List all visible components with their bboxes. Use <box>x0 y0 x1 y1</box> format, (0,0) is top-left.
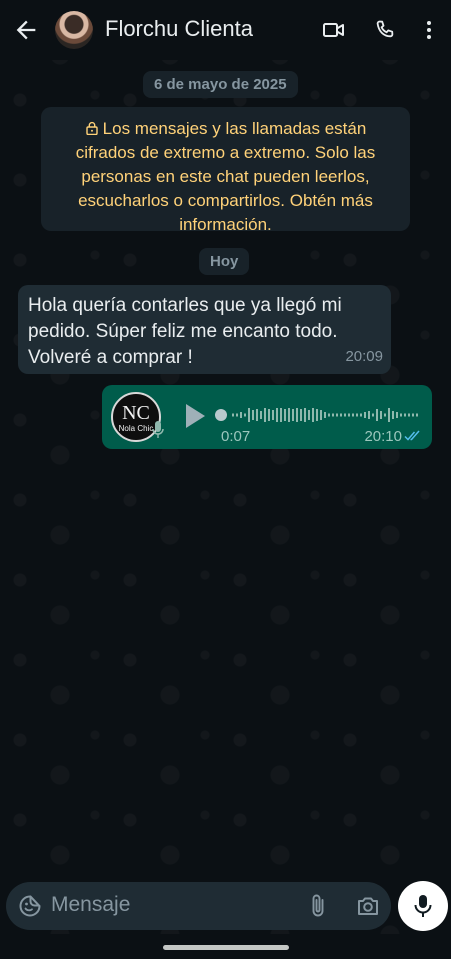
encryption-notice-text: Los mensajes y las llamadas están cifrad… <box>75 119 376 234</box>
home-gesture-bar[interactable] <box>163 945 289 950</box>
message-input-bar[interactable]: Mensaje <box>6 882 391 930</box>
message-input-placeholder[interactable]: Mensaje <box>51 893 130 917</box>
voice-duration: 0:07 <box>221 428 251 445</box>
message-text: Hola quería contarles que ya llegó mi pe… <box>28 295 342 368</box>
outgoing-voice-message[interactable]: NC Nola Chic 0:07 20:10 <box>102 385 432 449</box>
play-icon[interactable] <box>183 402 207 430</box>
voice-mic-icon <box>152 421 164 438</box>
phone-icon[interactable] <box>373 18 397 42</box>
date-chip: 6 de mayo de 2025 <box>143 71 298 98</box>
back-arrow-icon[interactable] <box>12 16 40 44</box>
attach-icon[interactable] <box>306 893 330 919</box>
mic-icon <box>414 895 432 917</box>
incoming-message[interactable]: Hola quería contarles que ya llegó mi pe… <box>18 285 391 374</box>
message-time: 20:09 <box>345 348 383 365</box>
day-chip: Hoy <box>199 248 250 275</box>
contact-name[interactable]: Florchu Clienta <box>105 16 253 42</box>
voice-waveform[interactable] <box>214 400 422 430</box>
camera-icon[interactable] <box>356 894 380 918</box>
lock-icon <box>85 121 98 135</box>
more-vert-icon[interactable] <box>417 18 441 42</box>
message-time: 20:10 <box>364 428 402 445</box>
chat-header: Florchu Clienta <box>0 0 451 60</box>
voice-record-button[interactable] <box>398 881 448 931</box>
double-check-icon <box>404 430 420 441</box>
encryption-notice[interactable]: Los mensajes y las llamadas están cifrad… <box>41 107 410 234</box>
video-call-icon[interactable] <box>322 18 346 42</box>
sticker-emoji-icon[interactable] <box>18 894 42 918</box>
contact-avatar[interactable] <box>55 11 93 49</box>
